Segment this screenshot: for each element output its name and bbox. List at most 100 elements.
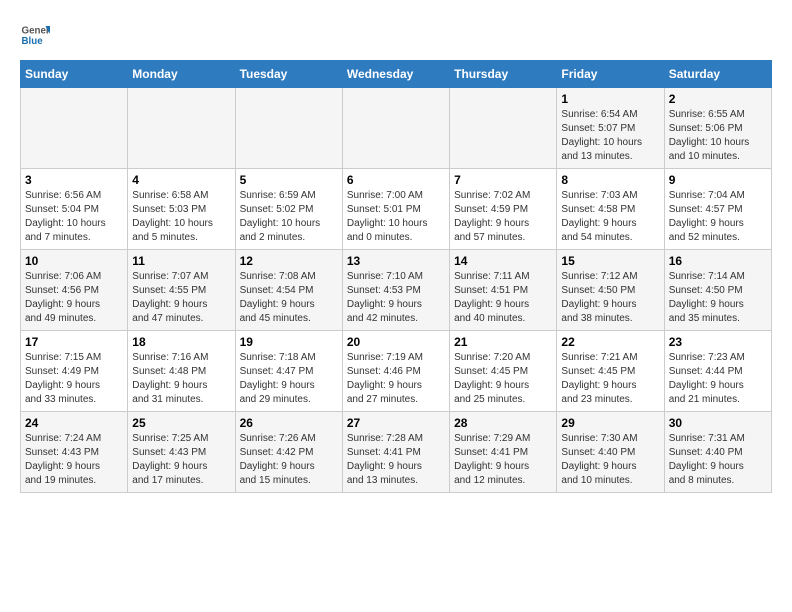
calendar-cell: 21 Sunrise: 7:20 AM Sunset: 4:45 PM Dayli… <box>450 331 557 412</box>
day-info: Sunrise: 7:14 AM Sunset: 4:50 PM Dayligh… <box>669 270 767 326</box>
day-number: 17 <box>25 335 123 349</box>
day-number: 25 <box>132 416 230 430</box>
header-row: SundayMondayTuesdayWednesdayThursdayFrid… <box>21 61 772 88</box>
calendar-cell: 28Sunrise: 7:29 AM Sunset: 4:41 PM Dayli… <box>450 412 557 493</box>
calendar-cell: 30 Sunrise: 7:31 AM Sunset: 4:40 PM Dayli… <box>664 412 771 493</box>
day-number: 11 <box>132 254 230 268</box>
svg-text:Blue: Blue <box>22 36 44 47</box>
calendar-cell: 4 Sunrise: 6:58 AM Sunset: 5:03 PM Daylig… <box>128 169 235 250</box>
day-info: Sunrise: 7:25 AM Sunset: 4:43 PM Dayligh… <box>132 432 230 488</box>
calendar-cell <box>21 88 128 169</box>
logo-icon: General Blue <box>20 20 50 50</box>
calendar-cell <box>450 88 557 169</box>
day-info: Sunrise: 7:00 AM Sunset: 5:01 PM Dayligh… <box>347 189 445 245</box>
calendar-cell: 1 Sunrise: 6:54 AM Sunset: 5:07 PM Daylig… <box>557 88 664 169</box>
calendar-cell: 22Sunrise: 7:21 AM Sunset: 4:45 PM Dayli… <box>557 331 664 412</box>
calendar-cell: 27 Sunrise: 7:28 AM Sunset: 4:41 PM Dayli… <box>342 412 449 493</box>
calendar-cell: 16 Sunrise: 7:14 AM Sunset: 4:50 PM Dayli… <box>664 250 771 331</box>
day-number: 4 <box>132 173 230 187</box>
day-number: 6 <box>347 173 445 187</box>
calendar-body: 1 Sunrise: 6:54 AM Sunset: 5:07 PM Daylig… <box>21 88 772 493</box>
calendar-cell: 18 Sunrise: 7:16 AM Sunset: 4:48 PM Dayli… <box>128 331 235 412</box>
day-number: 2 <box>669 92 767 106</box>
day-info: Sunrise: 7:28 AM Sunset: 4:41 PM Dayligh… <box>347 432 445 488</box>
day-number: 10 <box>25 254 123 268</box>
day-number: 30 <box>669 416 767 430</box>
header-day: Thursday <box>450 61 557 88</box>
calendar-cell: 29Sunrise: 7:30 AM Sunset: 4:40 PM Dayli… <box>557 412 664 493</box>
calendar-cell: 15 Sunrise: 7:12 AM Sunset: 4:50 PM Dayli… <box>557 250 664 331</box>
calendar-cell: 6 Sunrise: 7:00 AM Sunset: 5:01 PM Daylig… <box>342 169 449 250</box>
calendar-cell: 10Sunrise: 7:06 AM Sunset: 4:56 PM Dayli… <box>21 250 128 331</box>
header: General Blue <box>20 20 772 50</box>
calendar-cell: 24 Sunrise: 7:24 AM Sunset: 4:43 PM Dayli… <box>21 412 128 493</box>
calendar-cell: 25 Sunrise: 7:25 AM Sunset: 4:43 PM Dayli… <box>128 412 235 493</box>
calendar-cell: 17 Sunrise: 7:15 AM Sunset: 4:49 PM Dayli… <box>21 331 128 412</box>
calendar-cell: 23 Sunrise: 7:23 AM Sunset: 4:44 PM Dayli… <box>664 331 771 412</box>
day-info: Sunrise: 6:58 AM Sunset: 5:03 PM Dayligh… <box>132 189 230 245</box>
day-info: Sunrise: 7:03 AM Sunset: 4:58 PM Dayligh… <box>561 189 659 245</box>
day-info: Sunrise: 7:24 AM Sunset: 4:43 PM Dayligh… <box>25 432 123 488</box>
calendar-cell: 12 Sunrise: 7:08 AM Sunset: 4:54 PM Dayli… <box>235 250 342 331</box>
day-number: 21 <box>454 335 552 349</box>
calendar-week: 24 Sunrise: 7:24 AM Sunset: 4:43 PM Dayli… <box>21 412 772 493</box>
header-day: Monday <box>128 61 235 88</box>
calendar-cell: 9 Sunrise: 7:04 AM Sunset: 4:57 PM Daylig… <box>664 169 771 250</box>
day-number: 16 <box>669 254 767 268</box>
logo: General Blue <box>20 20 54 50</box>
day-number: 18 <box>132 335 230 349</box>
day-number: 24 <box>25 416 123 430</box>
calendar-cell: 11Sunrise: 7:07 AM Sunset: 4:55 PM Dayli… <box>128 250 235 331</box>
header-day: Wednesday <box>342 61 449 88</box>
calendar-cell: 20 Sunrise: 7:19 AM Sunset: 4:46 PM Dayli… <box>342 331 449 412</box>
day-number: 8 <box>561 173 659 187</box>
day-number: 1 <box>561 92 659 106</box>
day-number: 19 <box>240 335 338 349</box>
day-info: Sunrise: 7:19 AM Sunset: 4:46 PM Dayligh… <box>347 351 445 407</box>
day-info: Sunrise: 6:54 AM Sunset: 5:07 PM Dayligh… <box>561 108 659 164</box>
calendar-cell: 13Sunrise: 7:10 AM Sunset: 4:53 PM Dayli… <box>342 250 449 331</box>
calendar-cell: 26Sunrise: 7:26 AM Sunset: 4:42 PM Dayli… <box>235 412 342 493</box>
day-info: Sunrise: 7:18 AM Sunset: 4:47 PM Dayligh… <box>240 351 338 407</box>
day-info: Sunrise: 7:31 AM Sunset: 4:40 PM Dayligh… <box>669 432 767 488</box>
calendar-week: 3Sunrise: 6:56 AM Sunset: 5:04 PM Daylig… <box>21 169 772 250</box>
calendar-week: 1 Sunrise: 6:54 AM Sunset: 5:07 PM Daylig… <box>21 88 772 169</box>
day-info: Sunrise: 7:26 AM Sunset: 4:42 PM Dayligh… <box>240 432 338 488</box>
calendar-cell: 19 Sunrise: 7:18 AM Sunset: 4:47 PM Dayli… <box>235 331 342 412</box>
calendar-cell: 2 Sunrise: 6:55 AM Sunset: 5:06 PM Daylig… <box>664 88 771 169</box>
day-number: 3 <box>25 173 123 187</box>
svg-text:General: General <box>22 26 51 37</box>
day-number: 9 <box>669 173 767 187</box>
day-info: Sunrise: 7:02 AM Sunset: 4:59 PM Dayligh… <box>454 189 552 245</box>
day-info: Sunrise: 7:04 AM Sunset: 4:57 PM Dayligh… <box>669 189 767 245</box>
day-info: Sunrise: 7:10 AM Sunset: 4:53 PM Dayligh… <box>347 270 445 326</box>
day-number: 29 <box>561 416 659 430</box>
calendar-header: SundayMondayTuesdayWednesdayThursdayFrid… <box>21 61 772 88</box>
day-info: Sunrise: 7:12 AM Sunset: 4:50 PM Dayligh… <box>561 270 659 326</box>
calendar-cell: 3Sunrise: 6:56 AM Sunset: 5:04 PM Daylig… <box>21 169 128 250</box>
day-info: Sunrise: 7:16 AM Sunset: 4:48 PM Dayligh… <box>132 351 230 407</box>
day-info: Sunrise: 7:08 AM Sunset: 4:54 PM Dayligh… <box>240 270 338 326</box>
day-number: 27 <box>347 416 445 430</box>
day-number: 20 <box>347 335 445 349</box>
day-number: 14 <box>454 254 552 268</box>
header-day: Friday <box>557 61 664 88</box>
day-number: 12 <box>240 254 338 268</box>
day-info: Sunrise: 6:59 AM Sunset: 5:02 PM Dayligh… <box>240 189 338 245</box>
header-day: Saturday <box>664 61 771 88</box>
day-info: Sunrise: 7:15 AM Sunset: 4:49 PM Dayligh… <box>25 351 123 407</box>
day-info: Sunrise: 7:20 AM Sunset: 4:45 PM Dayligh… <box>454 351 552 407</box>
day-number: 23 <box>669 335 767 349</box>
calendar-cell: 5 Sunrise: 6:59 AM Sunset: 5:02 PM Daylig… <box>235 169 342 250</box>
calendar-table: SundayMondayTuesdayWednesdayThursdayFrid… <box>20 60 772 493</box>
calendar-cell <box>235 88 342 169</box>
day-info: Sunrise: 7:29 AM Sunset: 4:41 PM Dayligh… <box>454 432 552 488</box>
day-number: 5 <box>240 173 338 187</box>
day-info: Sunrise: 7:11 AM Sunset: 4:51 PM Dayligh… <box>454 270 552 326</box>
day-info: Sunrise: 7:23 AM Sunset: 4:44 PM Dayligh… <box>669 351 767 407</box>
day-number: 22 <box>561 335 659 349</box>
day-info: Sunrise: 6:55 AM Sunset: 5:06 PM Dayligh… <box>669 108 767 164</box>
calendar-cell: 8 Sunrise: 7:03 AM Sunset: 4:58 PM Daylig… <box>557 169 664 250</box>
day-number: 7 <box>454 173 552 187</box>
day-number: 15 <box>561 254 659 268</box>
